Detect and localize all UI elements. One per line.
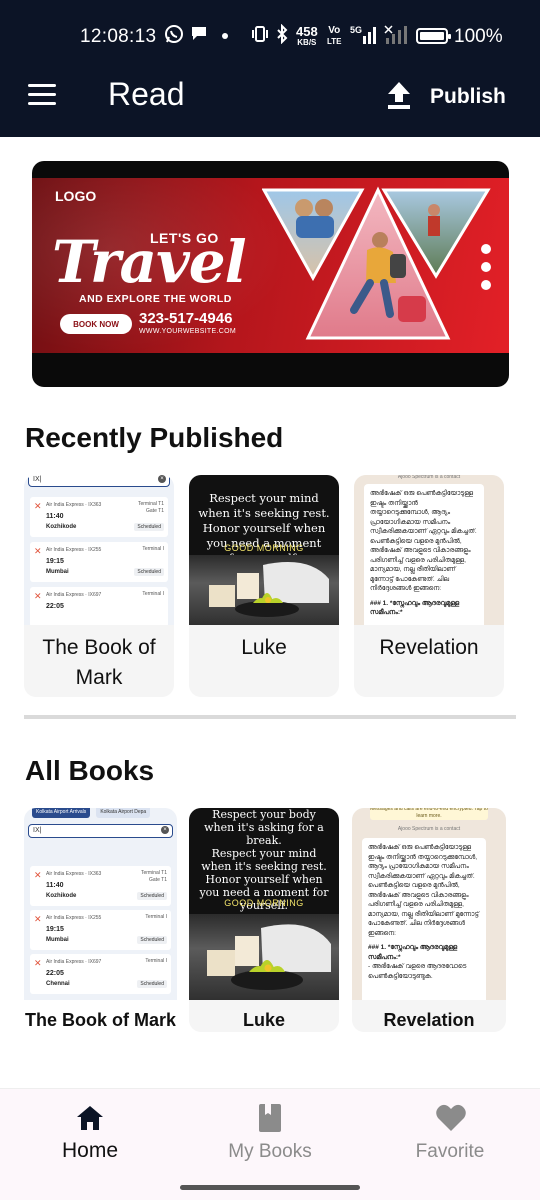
banner-headline: Travel (52, 228, 247, 296)
page-title: Read (108, 76, 185, 112)
thumb-spa-scene (189, 914, 339, 1000)
thumb-chat-header: Ajooo Spectrum is a contact (397, 826, 461, 832)
book-cover-chat: Ajooo Spectrum is a contact അഭിഷേക് ഒരു … (354, 475, 504, 625)
book-title: Revelation (383, 1010, 475, 1030)
banner-website: WWW.YOURWEBSITE.COM (139, 328, 236, 335)
promo-banner[interactable]: LOGO LET'S GO Travel AND EXPLORE THE WOR… (32, 161, 509, 387)
app-bar: Read Publish (0, 60, 540, 137)
book-title: The Book of Mark (42, 636, 156, 689)
signal-icon: 5G (350, 24, 380, 51)
thumb-flight-row: ✕ Air India Express · IX697 Terminal I 22… (30, 954, 171, 994)
bluetooth-icon (275, 23, 289, 49)
nav-my-books[interactable]: My Books (180, 1089, 360, 1179)
chat-bubble-icon (190, 24, 208, 47)
banner-artwork: LOGO LET'S GO Travel AND EXPLORE THE WOR… (32, 178, 509, 353)
publish-button[interactable]: Publish (386, 80, 506, 114)
heart-icon (435, 1103, 466, 1133)
book-title: Revelation (379, 636, 479, 659)
svg-text:5G: 5G (350, 25, 362, 35)
recent-book-card-revelation[interactable]: Ajooo Spectrum is a contact അഭിഷേക് ഒരു … (354, 475, 504, 697)
battery-percent: 100% (454, 26, 503, 47)
thumb-search-field: IX| × (28, 475, 170, 487)
gesture-bar (180, 1185, 360, 1190)
book-cover-spa: Respect your mind when it's seeking rest… (189, 475, 339, 625)
battery-icon (416, 28, 451, 44)
book-cover-chat: Messages and calls are end-to-end encryp… (352, 808, 506, 1000)
all-books-title: All Books (25, 755, 155, 786)
thumb-quote: Respect your body when it's asking for a… (199, 808, 329, 912)
thumb-chat-note: Messages and calls are end-to-end encryp… (370, 808, 488, 820)
vibrate-icon (251, 24, 269, 49)
nav-favorite-label: Favorite (415, 1141, 485, 1162)
thumb-chat-bubble: അഭിഷേക് ഒരു പെൺകുട്ടിയോടുള്ള ഇഷ്ടം തനിയ്… (364, 484, 484, 625)
status-time: 12:08:13 (80, 26, 157, 47)
signal-icon-2 (384, 24, 410, 51)
recent-book-card-luke[interactable]: Respect your mind when it's seeking rest… (189, 475, 339, 697)
book-cover-flight: Kolkata Airport Arrivals Kolkata Airport … (24, 808, 177, 1000)
banner-phone: 323-517-4946 (139, 310, 233, 327)
thumb-spa-scene (189, 555, 339, 625)
upload-icon (386, 80, 412, 115)
book-title: Luke (241, 636, 287, 659)
thumb-chat-bubble: അഭിഷേക് ഒരു പെൺകുട്ടിയോടുള്ള ഇഷ്ടം തനിയ്… (362, 838, 486, 1000)
book-title: Luke (242, 1010, 285, 1030)
whatsapp-icon (164, 24, 184, 49)
thumb-greeting: GOOD MORNING (224, 898, 304, 908)
thumb-flight-row: ✕ Air India Express · IX255 Terminal I 19… (30, 910, 171, 950)
book-cover-flight: IX| × ✕ Air India Express · IX363 Terminal… (24, 475, 174, 625)
thumb-flight-row: ✕ Air India Express · IX255 Terminal I 19… (30, 542, 168, 582)
banner-book-now-button: BOOK NOW (60, 314, 132, 334)
thumb-tabs: Kolkata Airport Arrivals Kolkata Airport … (32, 808, 151, 818)
banner-logo: LOGO (55, 188, 97, 204)
book-card-revelation[interactable]: Messages and calls are end-to-end encryp… (352, 808, 506, 1032)
banner-subline: AND EXPLORE THE WORLD (79, 293, 232, 305)
book-cover-spa: Respect your body when it's asking for a… (189, 808, 339, 1000)
home-icon (75, 1103, 105, 1133)
publish-label: Publish (430, 85, 506, 108)
dot-icon (221, 26, 229, 49)
banner-social-icons (481, 244, 493, 298)
book-icon (255, 1103, 285, 1133)
recently-published-title: Recently Published (25, 422, 284, 453)
thumb-flight-row: ✕ Air India Express · IX697 Terminal I 22… (30, 587, 168, 625)
thumb-flight-row: ✕ Air India Express · IX363 Terminal T1 G… (30, 866, 171, 906)
book-card-mark[interactable]: Kolkata Airport Arrivals Kolkata Airport … (24, 808, 177, 1032)
thumb-greeting: GOOD MORNING (224, 543, 304, 553)
bottom-navigation: Home My Books Favorite (0, 1088, 540, 1200)
nav-my-books-label: My Books (228, 1141, 312, 1162)
menu-icon[interactable] (28, 84, 56, 106)
nav-home-label: Home (61, 1139, 119, 1162)
nav-favorite[interactable]: Favorite (360, 1089, 540, 1179)
thumb-chat-header: Ajooo Spectrum is a contact (397, 475, 461, 480)
thumb-search-field: IX| × (28, 824, 173, 838)
recent-book-card-mark[interactable]: IX| × ✕ Air India Express · IX363 Terminal… (24, 475, 174, 697)
thumb-flight-row: ✕ Air India Express · IX363 Terminal T1 G… (30, 497, 168, 537)
section-divider (24, 715, 516, 719)
book-card-luke[interactable]: Respect your body when it's asking for a… (189, 808, 339, 1032)
volte-indicator: Vo LTE (327, 25, 342, 46)
nav-home[interactable]: Home (0, 1089, 180, 1179)
book-title: The Book of Mark (24, 1010, 176, 1030)
top-bar: 12:08:13 458 KB/S Vo LTE 5G 100% Read Pu… (0, 0, 540, 137)
network-speed: 458 KB/S (296, 24, 318, 47)
